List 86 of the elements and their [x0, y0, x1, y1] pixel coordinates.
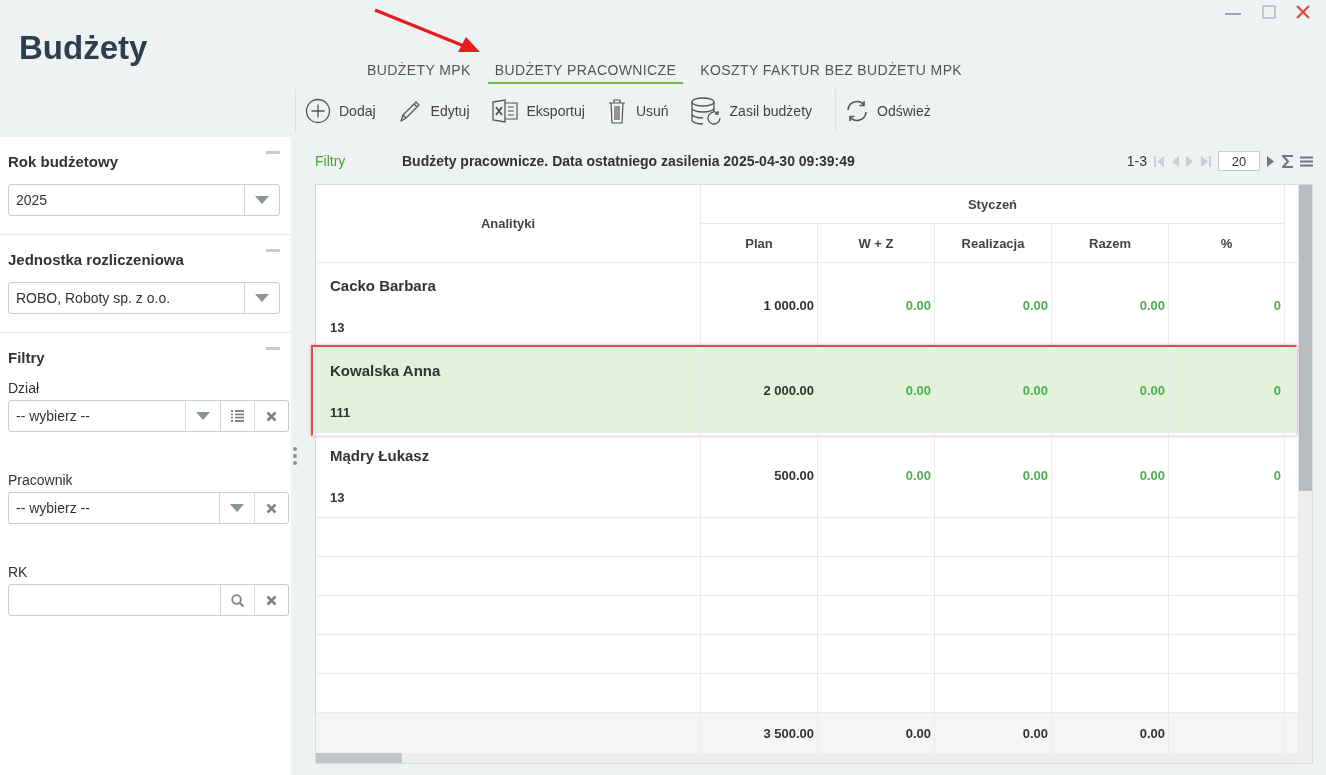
section-title: Rok budżetowy: [8, 153, 118, 170]
employee-name: Kowalska Anna: [330, 362, 442, 379]
grip-icon[interactable]: [292, 447, 297, 465]
next-page-icon[interactable]: [1267, 155, 1275, 167]
toolbar-button[interactable]: Zasil budżety: [689, 96, 813, 126]
maximize-icon[interactable]: [1262, 5, 1276, 19]
tab[interactable]: BUDŻETY MPK: [360, 56, 478, 84]
scrollbar-track[interactable]: [1299, 185, 1312, 763]
column-header: %: [1169, 224, 1285, 263]
select-field[interactable]: ROBO, Roboty sp. z o.o.: [8, 282, 280, 314]
employee-code: 13: [330, 490, 346, 505]
page-title: Budżety: [19, 31, 149, 64]
tab[interactable]: BUDŻETY PRACOWNICZE: [487, 56, 684, 84]
table-cell: 0: [1273, 382, 1281, 398]
employee-name: Mądry Łukasz: [330, 447, 431, 464]
field-label: Pracownik: [8, 472, 74, 488]
table-cell: 1 000.00: [763, 297, 814, 313]
tab[interactable]: KOSZTY FAKTUR BEZ BUDŻETU MPK: [693, 56, 970, 84]
total-cell: 0.00: [1139, 725, 1165, 741]
caret-down-icon[interactable]: [230, 504, 244, 512]
table-cell: 0.00: [905, 467, 931, 483]
previous-page-icon[interactable]: [1171, 155, 1179, 167]
section-title: Jednostka rozliczeniowa: [8, 251, 184, 268]
search-icon[interactable]: [231, 593, 244, 607]
page-size-field[interactable]: 20: [1218, 151, 1260, 171]
collapse-icon[interactable]: [266, 151, 281, 155]
employee-code: 111: [330, 405, 352, 420]
table-cell: 0.00: [1022, 382, 1048, 398]
scrollbar-thumb[interactable]: [316, 753, 402, 763]
toolbar-button[interactable]: Dodaj: [305, 98, 376, 124]
table-cell: 0: [1273, 297, 1281, 313]
clear-icon[interactable]: [266, 410, 277, 422]
field-label: Dział: [8, 380, 41, 396]
table-cell: 0.00: [905, 297, 931, 313]
grid-caption: Budżety pracownicze. Data ostatniego zasilenia 2025-04-30 09:39:49: [402, 153, 856, 169]
clear-icon[interactable]: [266, 594, 277, 606]
toolbar-button[interactable]: Usuń: [605, 97, 669, 125]
total-cell: 3 500.00: [763, 725, 814, 741]
toolbar-button[interactable]: Eksportuj: [490, 98, 585, 124]
table-cell: 0.00: [1139, 467, 1165, 483]
caret-down-icon[interactable]: [255, 196, 269, 204]
column-header: Plan: [701, 224, 818, 263]
page-range: 1-3: [1126, 153, 1147, 169]
select-field[interactable]: 2025: [8, 184, 280, 216]
table-cell: 2 000.00: [763, 382, 814, 398]
table-cell: 0: [1273, 467, 1281, 483]
refresh-icon: [845, 99, 870, 123]
spreadsheet-icon: [490, 98, 519, 124]
caret-down-icon[interactable]: [196, 412, 210, 420]
total-cell: 0.00: [1022, 725, 1048, 741]
employee-code: 13: [330, 320, 346, 335]
plus-circle-icon: [305, 98, 331, 124]
input-field[interactable]: [8, 584, 289, 616]
toolbar-button[interactable]: Edytuj: [396, 98, 470, 124]
caret-down-icon[interactable]: [255, 294, 269, 302]
table-cell: 0.00: [1022, 297, 1048, 313]
employee-name: Cacko Barbara: [330, 277, 437, 294]
column-header: Razem: [1052, 224, 1169, 263]
column-header: Analityki: [316, 185, 701, 263]
menu-icon[interactable]: [1300, 155, 1313, 167]
clear-icon[interactable]: [266, 502, 277, 514]
sum-icon[interactable]: [1282, 154, 1293, 168]
scrollbar-thumb[interactable]: [1299, 185, 1312, 491]
list-icon[interactable]: [231, 410, 244, 422]
column-header: Styczeń: [701, 185, 1285, 224]
table-cell: 0.00: [1139, 382, 1165, 398]
first-page-icon[interactable]: [1154, 155, 1164, 167]
table-cell: 500.00: [774, 467, 814, 483]
scrollbar-track[interactable]: [316, 753, 1299, 763]
close-icon[interactable]: [1296, 5, 1310, 19]
total-cell: 0.00: [905, 725, 931, 741]
section-title: Filtry: [8, 349, 45, 366]
toolbar-button[interactable]: Odśwież: [845, 99, 931, 123]
select-field[interactable]: -- wybierz --: [8, 492, 289, 524]
collapse-icon[interactable]: [266, 249, 281, 253]
collapse-icon[interactable]: [266, 347, 281, 351]
database-refresh-icon: [689, 96, 722, 126]
table-row[interactable]: Mądry Łukasz 13 500.00 0.00 0.00 0.00 0: [316, 433, 1299, 518]
select-field[interactable]: -- wybierz --: [8, 400, 289, 432]
field-label: RK: [8, 564, 29, 580]
table-cell: 0.00: [905, 382, 931, 398]
column-header: W + Z: [818, 224, 935, 263]
table-cell: 0.00: [1022, 467, 1048, 483]
column-header: Realizacja: [935, 224, 1052, 263]
table-cell: 0.00: [1139, 297, 1165, 313]
last-page-icon[interactable]: [1201, 155, 1211, 167]
